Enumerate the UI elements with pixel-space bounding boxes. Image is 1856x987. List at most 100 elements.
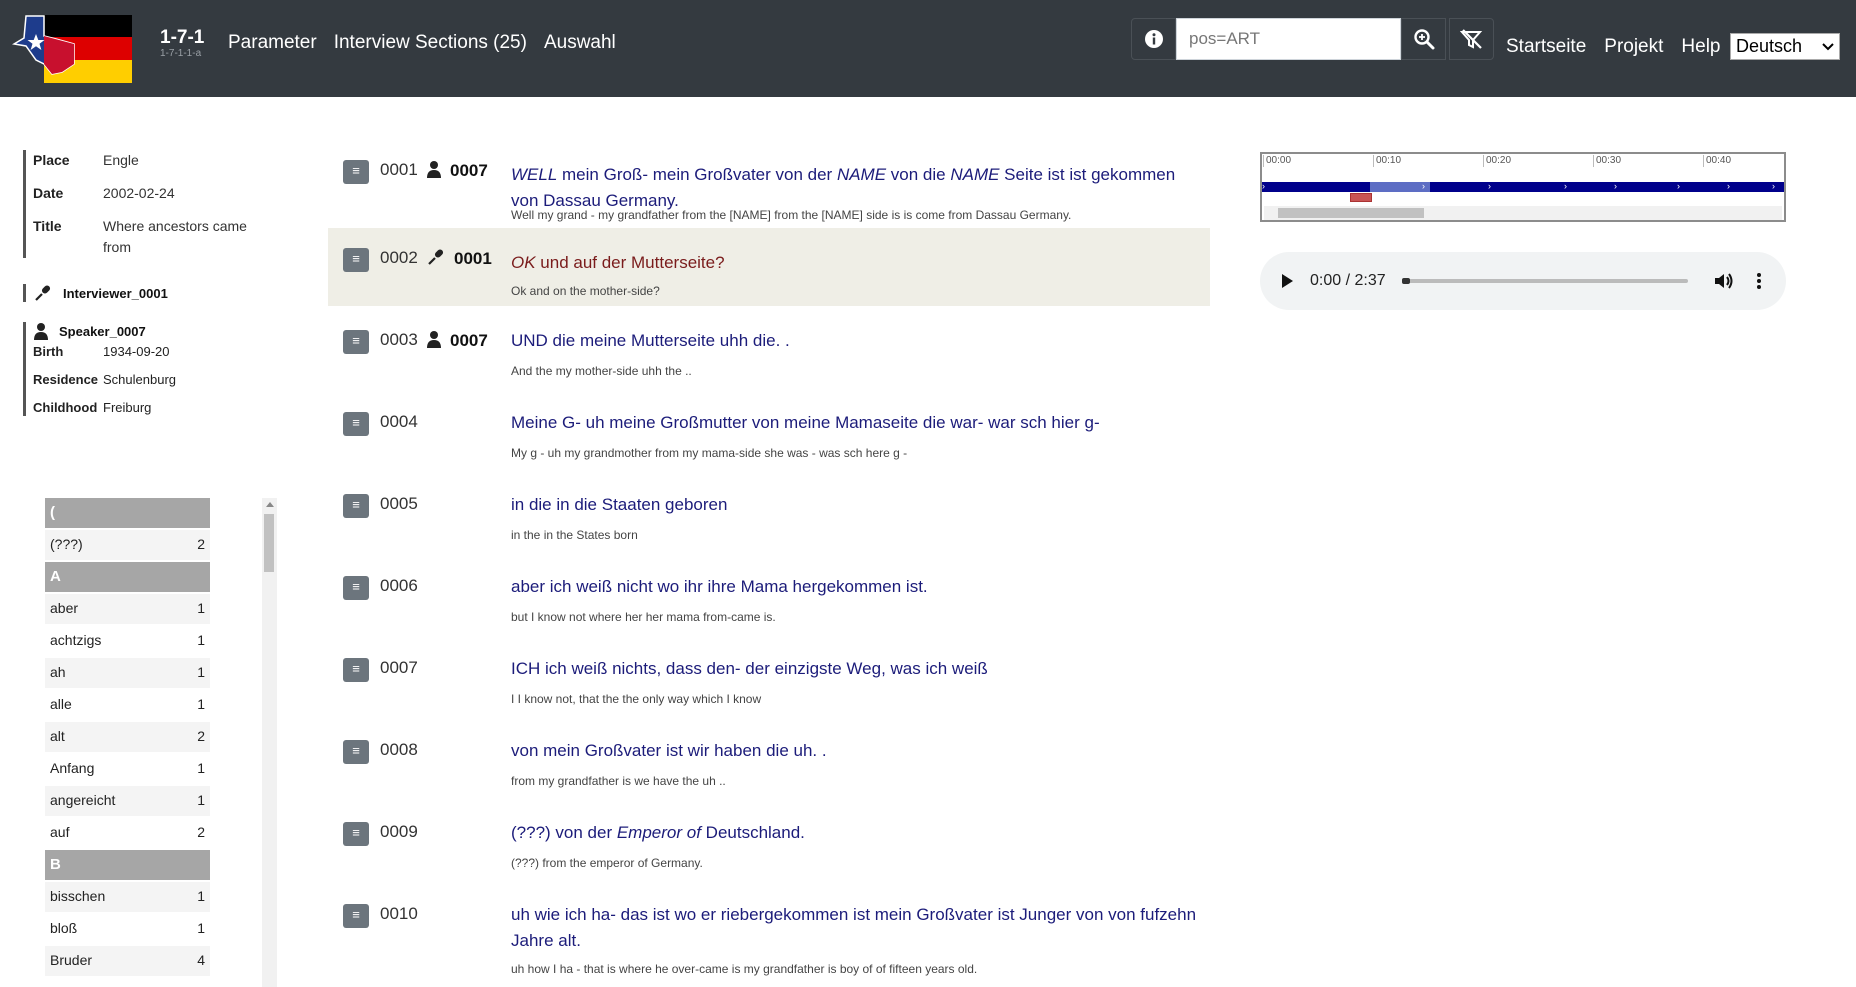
segment-token: NAME xyxy=(950,165,1000,184)
word-list-item[interactable]: auf 2 xyxy=(45,818,210,848)
meta-title-value: Where ancestors came from xyxy=(103,218,247,255)
word-list-item[interactable]: Anfang 1 xyxy=(45,754,210,784)
interview-id[interactable]: 1-7-1 1-7-1-1-a xyxy=(160,28,204,60)
segment-menu-button[interactable]: ≡ xyxy=(343,904,369,928)
volume-icon[interactable] xyxy=(1714,272,1734,290)
nav-parameter[interactable]: Parameter xyxy=(228,32,317,54)
meta-place-row: Place Engle xyxy=(33,150,263,171)
segment-speaker[interactable]: 0007 xyxy=(426,330,488,351)
nav-auswahl[interactable]: Auswahl xyxy=(544,32,616,54)
search-input[interactable] xyxy=(1176,18,1401,60)
timeline-segment-chevron[interactable]: › xyxy=(1262,181,1265,191)
transcript-segment[interactable]: ≡ 0003 0007 UND die meine Mutterseite uhh d… xyxy=(328,318,1210,400)
scroll-up-arrow[interactable] xyxy=(266,502,274,507)
segment-menu-button[interactable]: ≡ xyxy=(343,160,369,184)
segment-token: NAME xyxy=(836,165,887,184)
transcript-segment[interactable]: ≡ 0001 0007 WELL mein Groß- mein Großvater … xyxy=(328,148,1210,236)
transcript-segment[interactable]: ≡ 0007 ICH ich weiß nichts, dass den- der … xyxy=(328,646,1210,728)
timeline-track[interactable] xyxy=(1262,182,1784,192)
timeline-segment[interactable] xyxy=(1370,182,1430,192)
segment-menu-button[interactable]: ≡ xyxy=(343,330,369,354)
play-icon[interactable] xyxy=(1280,273,1294,289)
word-list-item[interactable]: (???) 2 xyxy=(45,530,210,560)
audio-progress[interactable] xyxy=(1401,278,1688,284)
segment-text[interactable]: (???) von der Emperor of Deutschland. xyxy=(511,820,1201,846)
clear-filter-button[interactable] xyxy=(1449,18,1494,60)
word-list-item[interactable]: achtzigs 1 xyxy=(45,626,210,656)
segment-menu-button[interactable]: ≡ xyxy=(343,412,369,436)
transcript-segment[interactable]: ≡ 0002 0001 OK und auf der Mutterseite? Ok a… xyxy=(328,228,1210,306)
nav-startseite[interactable]: Startseite xyxy=(1506,36,1586,58)
nav-projekt[interactable]: Projekt xyxy=(1604,36,1663,58)
segment-text[interactable]: UND die meine Mutterseite uhh die. . xyxy=(511,328,1201,354)
segment-menu-button[interactable]: ≡ xyxy=(343,248,369,272)
segment-menu-button[interactable]: ≡ xyxy=(343,494,369,518)
segment-text[interactable]: OK und auf der Mutterseite? xyxy=(511,250,1201,276)
timeline-scrollbar[interactable] xyxy=(1264,206,1782,220)
word-list-scrollbar[interactable] xyxy=(262,498,277,987)
transcript-segment[interactable]: ≡ 0004 Meine G- uh meine Großmutter von me… xyxy=(328,400,1210,482)
word-text: Anfang xyxy=(50,760,95,776)
speaker-residence-row: Residence Schulenburg xyxy=(33,372,176,388)
segment-text[interactable]: ICH ich weiß nichts, dass den- der einzi… xyxy=(511,656,1201,682)
timeline-current-marker[interactable] xyxy=(1350,193,1372,202)
transcript-segment[interactable]: ≡ 0009 (???) von der Emperor of Deutschlan… xyxy=(328,810,1210,892)
word-list-item[interactable]: alle 1 xyxy=(45,690,210,720)
main-nav: Parameter Interview Sections (25) Auswah… xyxy=(228,32,633,54)
timeline-segment-chevron[interactable]: › xyxy=(1564,181,1567,191)
segment-token: OK xyxy=(511,253,536,272)
timeline-segment-chevron[interactable]: › xyxy=(1614,181,1617,191)
timeline-segment-chevron[interactable]: › xyxy=(1677,181,1680,191)
timeline-segment-chevron[interactable]: › xyxy=(1488,181,1491,191)
transcript-segment[interactable]: ≡ 0005 in die in die Staaten geboren in the… xyxy=(328,482,1210,564)
project-logo[interactable] xyxy=(11,14,134,84)
segment-text[interactable]: von mein Großvater ist wir haben die uh.… xyxy=(511,738,1201,764)
transcript-segment[interactable]: ≡ 0010 uh wie ich ha- das ist wo er rieber… xyxy=(328,892,1210,987)
segment-text[interactable]: aber ich weiß nicht wo ihr ihre Mama her… xyxy=(511,574,1201,600)
interviewer-name-row[interactable]: Interviewer_0001 xyxy=(33,284,168,302)
segment-token: WELL xyxy=(511,165,558,184)
word-list-item[interactable]: alt 2 xyxy=(45,722,210,752)
audio-progress-handle[interactable] xyxy=(1401,278,1410,284)
language-select[interactable]: Deutsch xyxy=(1730,33,1840,60)
language-value: Deutsch xyxy=(1736,36,1803,56)
speaker-id: 0007 xyxy=(450,330,488,350)
segment-speaker[interactable]: 0001 xyxy=(426,248,492,269)
segment-menu-button[interactable]: ≡ xyxy=(343,658,369,682)
transcript-segment[interactable]: ≡ 0006 aber ich weiß nicht wo ihr ihre Mam… xyxy=(328,564,1210,646)
scrollbar-thumb[interactable] xyxy=(264,514,274,572)
search-button[interactable] xyxy=(1401,18,1446,60)
segment-text[interactable]: in die in die Staaten geboren xyxy=(511,492,1201,518)
nav-interview-sections[interactable]: Interview Sections (25) xyxy=(334,32,527,54)
speaker-childhood-row: Childhood Freiburg xyxy=(33,400,176,416)
segment-number: 0008 xyxy=(380,740,418,759)
meta-title-label: Title xyxy=(33,218,62,234)
segment-speaker[interactable]: 0007 xyxy=(426,160,488,181)
birth-label: Birth xyxy=(33,344,64,359)
word-list-item[interactable]: angereicht 1 xyxy=(45,786,210,816)
speaker-name-row[interactable]: Speaker_0007 xyxy=(33,322,176,340)
info-button[interactable] xyxy=(1131,18,1176,60)
timeline-scroll-thumb[interactable] xyxy=(1278,208,1424,218)
audio-time: 0:00 / 2:37 xyxy=(1310,272,1386,289)
meta-date-label: Date xyxy=(33,185,64,201)
word-list-item[interactable]: bisschen 1 xyxy=(45,882,210,912)
segment-text[interactable]: uh wie ich ha- das ist wo er riebergekom… xyxy=(511,902,1201,954)
word-list-item[interactable]: Bruder 4 xyxy=(45,946,210,976)
timeline-segment-chevron[interactable]: › xyxy=(1727,181,1730,191)
word-list-item[interactable]: aber 1 xyxy=(45,594,210,624)
transcript-segment[interactable]: ≡ 0008 von mein Großvater ist wir haben di… xyxy=(328,728,1210,810)
timeline-segment-chevron[interactable]: › xyxy=(1422,181,1425,191)
segment-text[interactable]: WELL mein Groß- mein Großvater von der N… xyxy=(511,162,1201,214)
segment-text[interactable]: Meine G- uh meine Großmutter von meine M… xyxy=(511,410,1201,436)
word-list-item[interactable]: ah 1 xyxy=(45,658,210,688)
timeline-segment-chevron[interactable]: › xyxy=(1772,181,1775,191)
segment-menu-button[interactable]: ≡ xyxy=(343,740,369,764)
timeline-panel[interactable]: 00:00 00:10 00:20 00:30 00:40 › › › › › › › › xyxy=(1260,152,1786,222)
segment-menu-button[interactable]: ≡ xyxy=(343,576,369,600)
more-options-icon[interactable] xyxy=(1756,272,1762,290)
word-count: 1 xyxy=(197,664,205,680)
nav-help[interactable]: Help xyxy=(1681,36,1720,58)
segment-menu-button[interactable]: ≡ xyxy=(343,822,369,846)
word-list-item[interactable]: bloß 1 xyxy=(45,914,210,944)
